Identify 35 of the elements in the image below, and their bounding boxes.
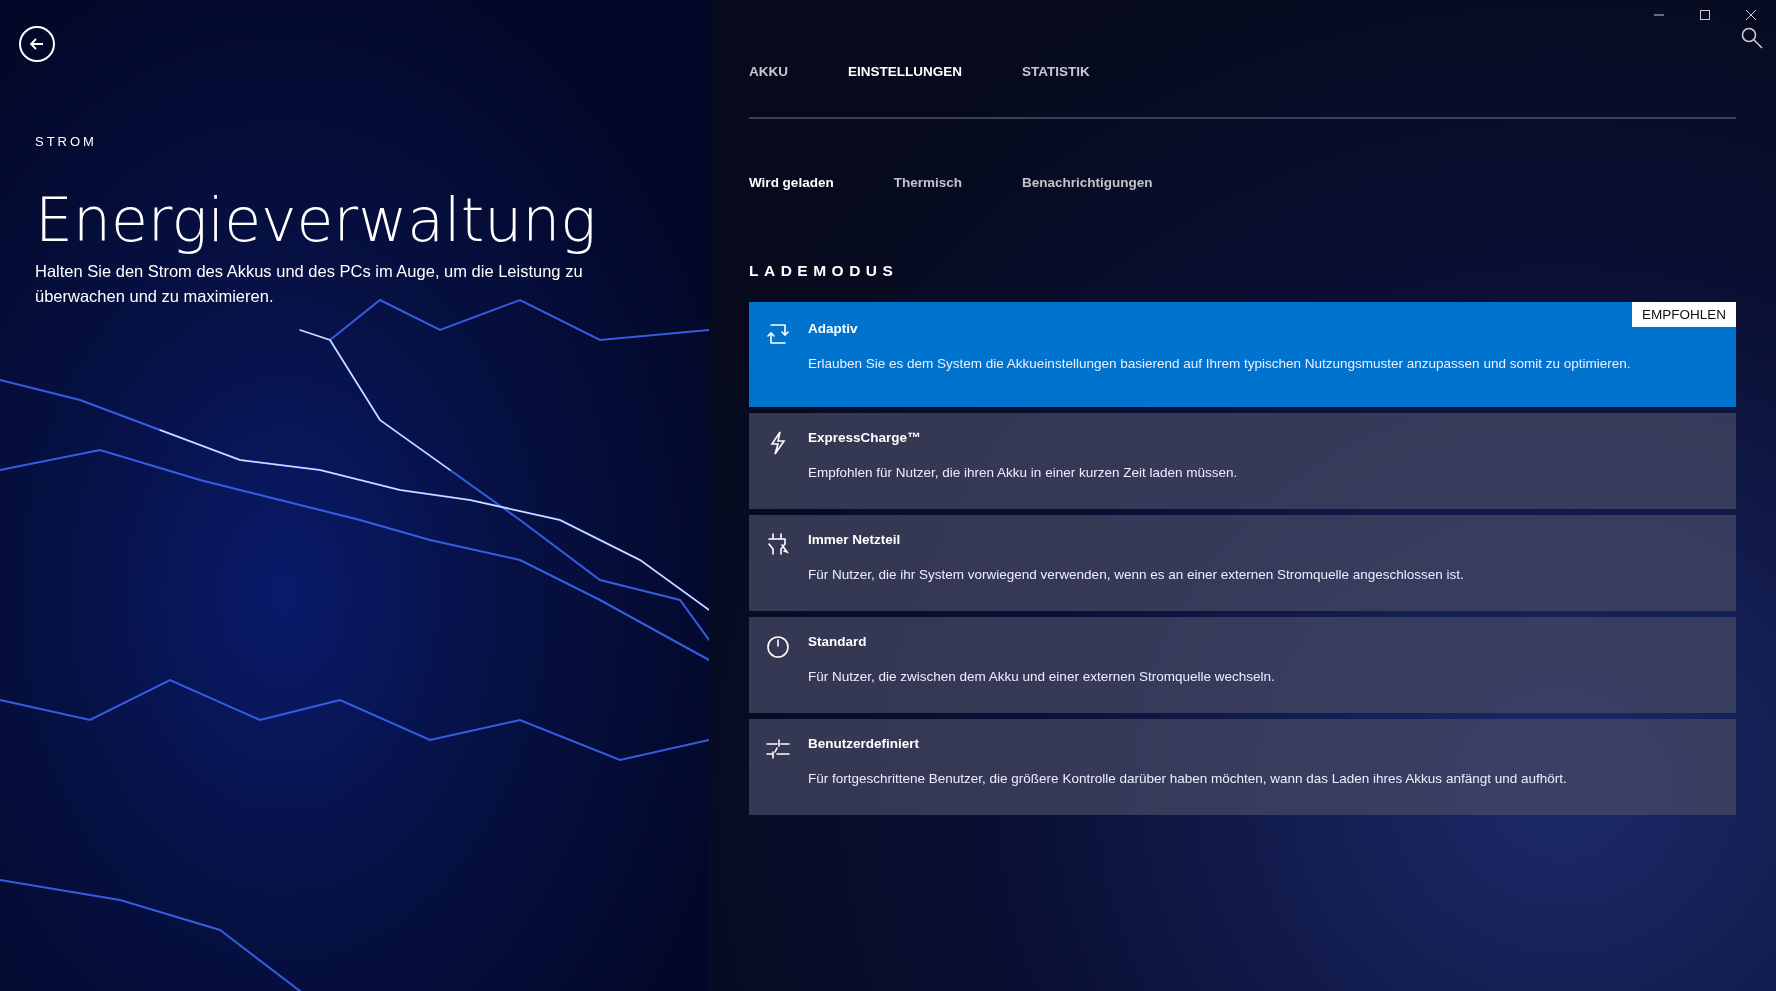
- close-icon: [1745, 9, 1757, 21]
- subtab[interactable]: Wird geladen: [749, 175, 834, 190]
- page-description: Halten Sie den Strom des Akkus und des PCs im Auge, um die Leistung zu überwachen und zu maximieren.: [35, 261, 584, 307]
- back-button[interactable]: [19, 26, 55, 62]
- gauge-icon: [765, 634, 791, 660]
- option-title: Standard: [808, 633, 868, 651]
- charge-mode-option[interactable]: Standard Für Nutzer, die zwischen dem Akku und einer externen Stromquelle wechseln.: [749, 617, 1736, 713]
- option-description: Für Nutzer, die ihr System vorwiegend verwenden, wenn es an einer externen Stromquelle angeschlossen ist.: [808, 566, 1465, 584]
- subtab[interactable]: Benachrichtigungen: [1021, 175, 1153, 190]
- option-title: Adaptiv: [808, 320, 859, 338]
- option-title: Immer Netzteil: [808, 531, 902, 549]
- search-icon: [1741, 27, 1763, 49]
- plug-icon: [765, 532, 791, 558]
- option-title: Benutzerdefiniert: [808, 735, 920, 753]
- charge-mode-option[interactable]: Immer Netzteil Für Nutzer, die ihr System vorwiegend verwenden, wenn es an einer externen Stromquelle angeschlossen ist.: [749, 515, 1736, 611]
- option-description: Empfohlen für Nutzer, die ihren Akku in einer kurzen Zeit laden müssen.: [808, 464, 1239, 482]
- tab[interactable]: EINSTELLUNGEN: [848, 64, 962, 79]
- recommended-badge: EMPFOHLEN: [1632, 302, 1736, 327]
- refresh-icon: [765, 321, 791, 347]
- section-heading: LADEMODUS: [749, 262, 900, 280]
- sliders-icon: [765, 736, 791, 762]
- option-description: Für Nutzer, die zwischen dem Akku und einer externen Stromquelle wechseln.: [808, 668, 1276, 686]
- maximize-icon: [1699, 9, 1711, 21]
- subtab[interactable]: Thermisch: [893, 175, 962, 190]
- page-title: Energieverwaltung: [35, 187, 598, 253]
- option-description: Für fortgeschrittene Benutzer, die größere Kontrolle darüber haben möchten, wann das Laden ihres Akkus anfängt und aufhört.: [808, 770, 1568, 788]
- section-eyebrow: STROM: [35, 134, 98, 149]
- option-description: Erlauben Sie es dem System die Akkueinstellungen basierend auf Ihrem typischen Nutzungsmuster anzupassen und somit zu optimieren.: [808, 355, 1632, 373]
- tab[interactable]: STATISTIK: [1022, 64, 1090, 79]
- search-button[interactable]: [1740, 26, 1764, 50]
- option-title: ExpressCharge™: [808, 429, 922, 447]
- charge-mode-option[interactable]: Benutzerdefiniert Für fortgeschrittene Benutzer, die größere Kontrolle darüber haben möchten, wann das Laden ihres Akkus anfängt und aufhört.: [749, 719, 1736, 815]
- tab[interactable]: AKKU: [749, 64, 788, 79]
- charge-mode-option[interactable]: ExpressCharge™ Empfohlen für Nutzer, die ihren Akku in einer kurzen Zeit laden müssen.: [749, 413, 1736, 509]
- charge-mode-option[interactable]: EMPFOHLEN Adaptiv Erlauben Sie es dem System die Akkueinstellungen basierend auf Ihrem typischen Nutzungsmuster anzupassen und somit zu optimieren.: [749, 302, 1736, 407]
